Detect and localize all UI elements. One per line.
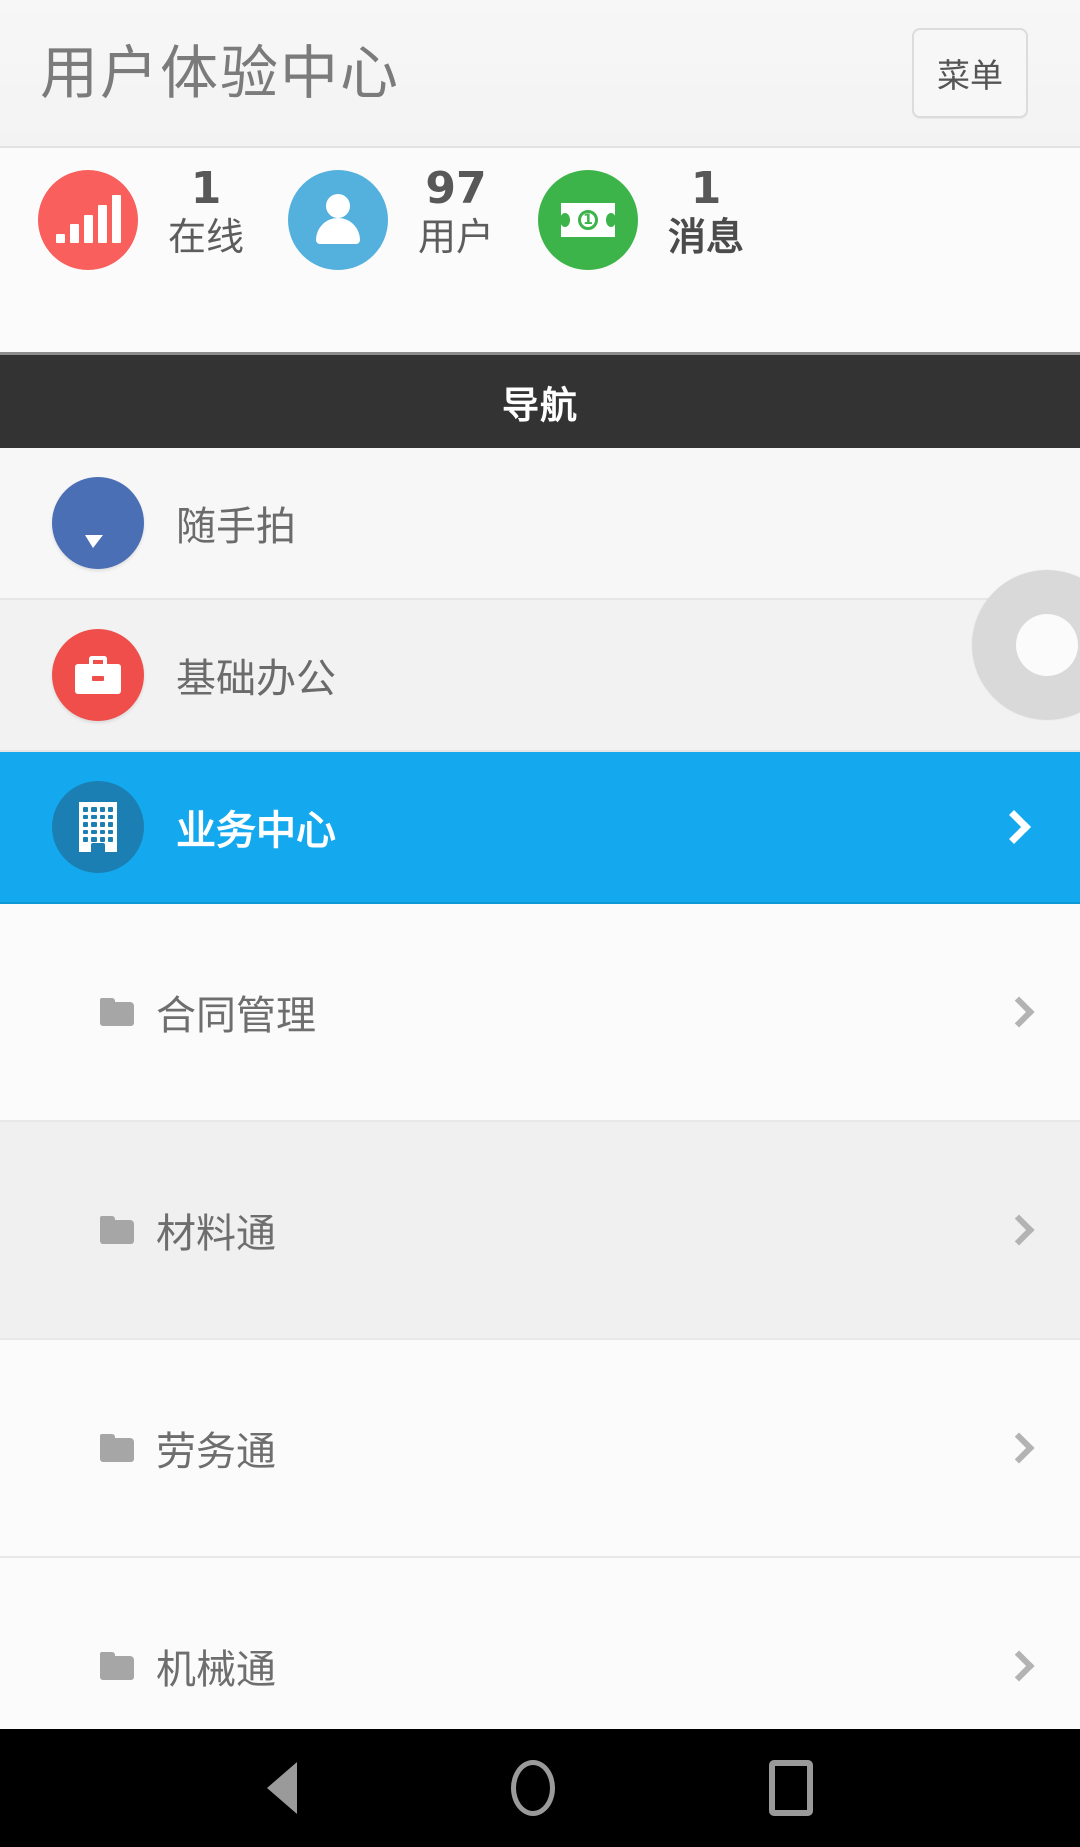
nav-item-suishoupai[interactable]: 随手拍 <box>0 448 1080 600</box>
stat-online-text: 1 在线 <box>160 164 252 259</box>
briefcase-icon <box>52 629 144 721</box>
subnav-item-label: 合同管理 <box>156 993 316 1039</box>
nav-item-jichubangong[interactable]: 基础办公 <box>0 600 1080 752</box>
subnav-item-label: 劳务通 <box>156 1429 276 1475</box>
signal-bars-icon <box>38 170 138 270</box>
menu-button[interactable]: 菜单 <box>912 28 1028 118</box>
folder-icon <box>100 998 134 1026</box>
stat-online[interactable]: 1 在线 <box>38 164 252 270</box>
subnav-item-label: 材料通 <box>156 1211 276 1257</box>
subnav-item-hetongguanli[interactable]: 合同管理 <box>0 904 1080 1122</box>
stat-messages-label: 消息 <box>667 215 744 260</box>
stat-users-value: 97 <box>425 163 487 214</box>
subnav-item-cailiaotong[interactable]: 材料通 <box>0 1122 1080 1340</box>
building-icon <box>52 781 144 873</box>
stat-users-text: 97 用户 <box>410 164 502 259</box>
stat-messages[interactable]: 1 1 消息 <box>538 164 752 270</box>
stat-online-label: 在线 <box>167 215 244 260</box>
stat-messages-text: 1 消息 <box>660 164 752 259</box>
page-title: 用户体验中心 <box>40 39 401 107</box>
nav-item-label: 随手拍 <box>176 504 296 550</box>
chevron-right-icon <box>1003 1432 1035 1464</box>
title-bar: 用户体验中心 菜单 <box>0 0 1080 148</box>
home-circle-icon[interactable] <box>511 1760 555 1816</box>
nav-list: 随手拍 基础办公 业务中心 合同管理 材料通 劳务通 机械通 <box>0 448 1080 1847</box>
chevron-right-icon <box>1003 1650 1035 1682</box>
folder-icon <box>100 1216 134 1244</box>
subnav-item-label: 机械通 <box>156 1647 276 1693</box>
stat-users[interactable]: 97 用户 <box>288 164 502 270</box>
nav-section-header: 导航 <box>0 352 1080 448</box>
subnav-item-laowutong[interactable]: 劳务通 <box>0 1340 1080 1558</box>
nav-item-label: 基础办公 <box>176 656 336 702</box>
money-icon: 1 <box>538 170 638 270</box>
folder-icon <box>100 1652 134 1680</box>
nav-item-label: 业务中心 <box>176 808 336 854</box>
recents-square-icon[interactable] <box>769 1760 813 1816</box>
folder-icon <box>100 1434 134 1462</box>
stat-messages-value: 1 <box>690 163 722 214</box>
chevron-right-icon <box>1003 1214 1035 1246</box>
stat-online-value: 1 <box>190 163 222 214</box>
chevron-right-icon <box>1003 996 1035 1028</box>
stat-users-label: 用户 <box>417 215 494 260</box>
nav-item-yewuzhongxin[interactable]: 业务中心 <box>0 752 1080 904</box>
system-navigation-bar <box>0 1729 1080 1847</box>
stats-bar: 1 在线 97 用户 1 1 消息 <box>0 148 1080 348</box>
back-triangle-icon[interactable] <box>267 1762 297 1814</box>
chat-bubble-icon <box>52 477 144 569</box>
app-screen: 用户体验中心 菜单 1 在线 97 用户 1 1 消息 导航 随手拍 基础办公 … <box>0 0 1080 1847</box>
person-icon <box>288 170 388 270</box>
chevron-right-icon <box>997 810 1031 844</box>
